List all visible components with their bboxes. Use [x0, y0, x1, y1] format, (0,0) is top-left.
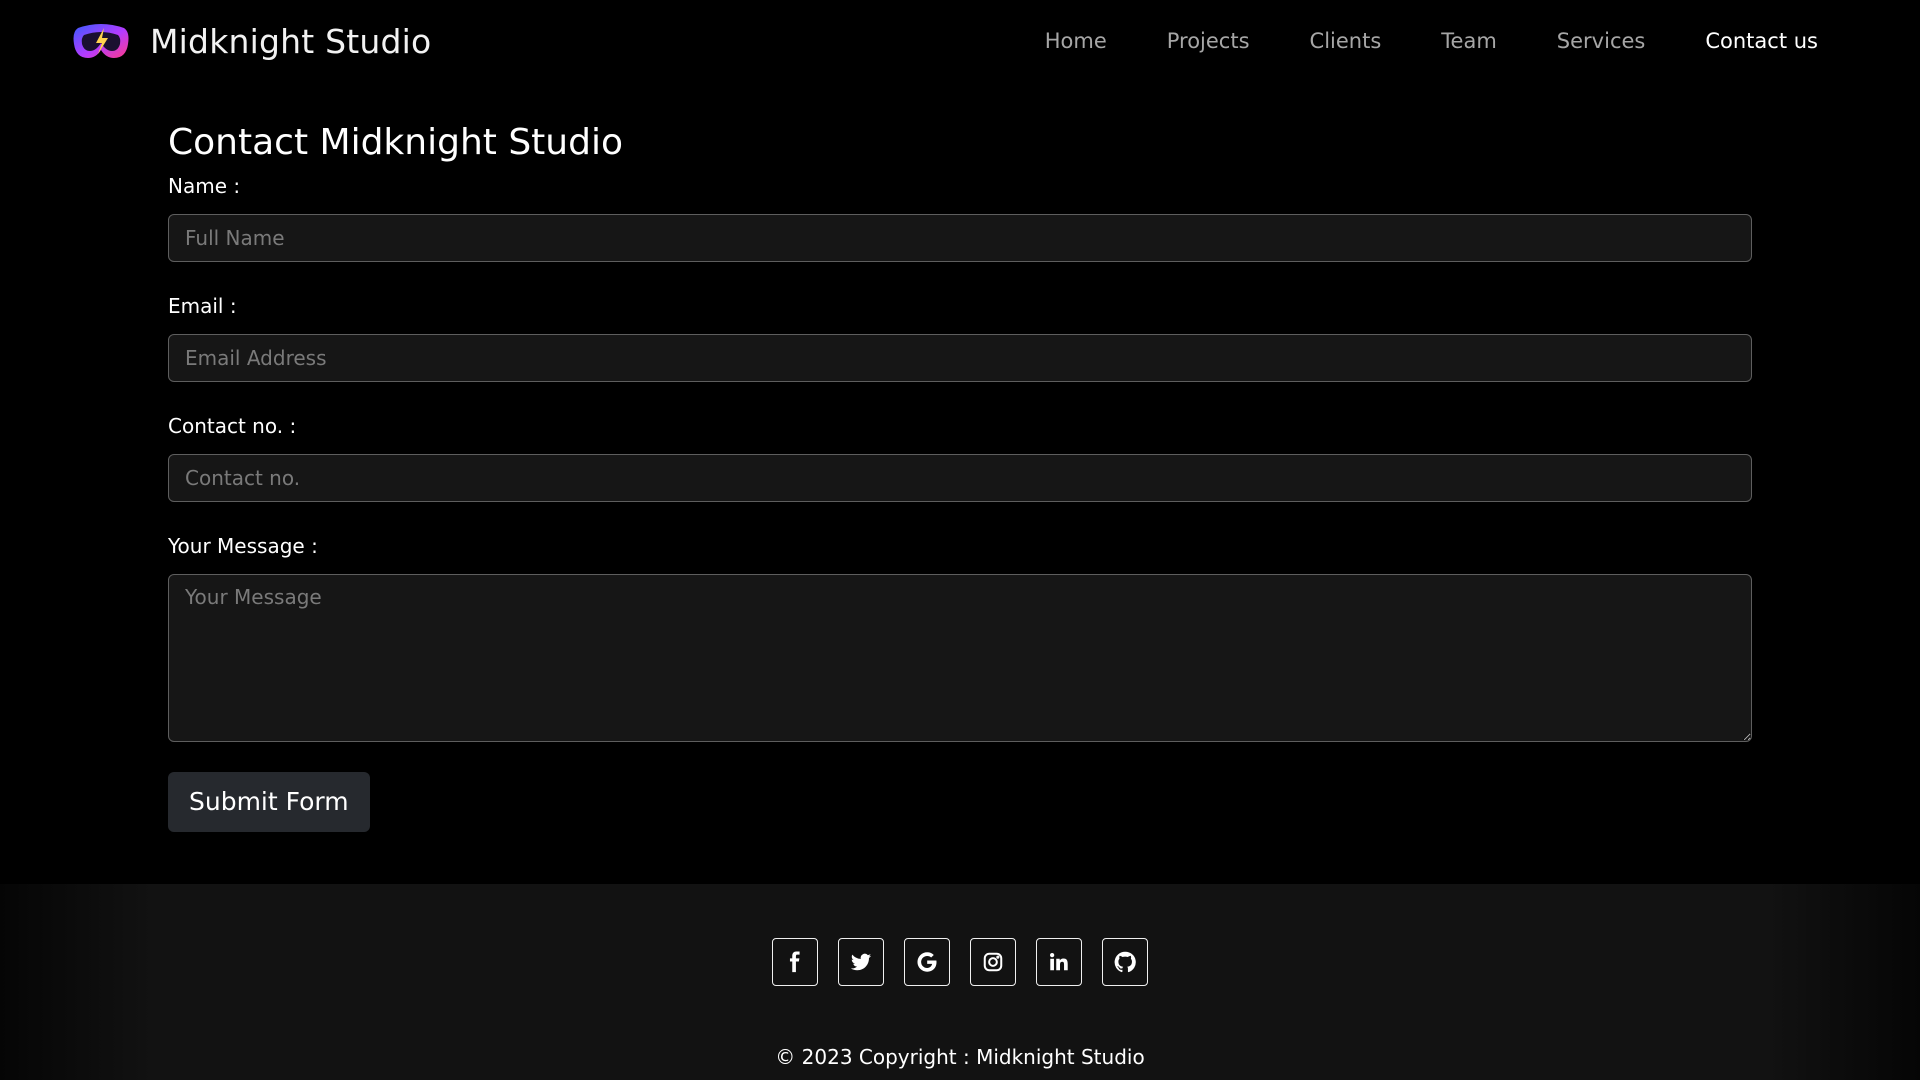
nav-item-contact-us[interactable]: Contact us	[1705, 29, 1818, 53]
nav-item-team[interactable]: Team	[1441, 29, 1497, 53]
message-textarea[interactable]	[168, 574, 1752, 742]
email-input[interactable]	[168, 334, 1752, 382]
name-input[interactable]	[168, 214, 1752, 262]
nav-item-services[interactable]: Services	[1557, 29, 1646, 53]
contact-label: Contact no. :	[168, 414, 297, 438]
twitter-button[interactable]	[838, 938, 884, 986]
twitter-icon	[850, 953, 872, 971]
instagram-icon	[983, 952, 1003, 972]
facebook-button[interactable]	[772, 938, 818, 986]
nav-links: Home Projects Clients Team Services Cont…	[985, 26, 1818, 56]
navbar: Midknight Studio Home Projects Clients T…	[0, 0, 1920, 82]
name-group: Name :	[168, 172, 1752, 262]
google-icon	[917, 952, 937, 972]
facebook-icon	[789, 951, 800, 973]
instagram-button[interactable]	[970, 938, 1016, 986]
message-label: Your Message :	[168, 534, 318, 558]
social-links	[0, 938, 1920, 986]
google-button[interactable]	[904, 938, 950, 986]
nav-item-projects[interactable]: Projects	[1167, 29, 1250, 53]
footer: © 2023 Copyright : Midknight Studio	[0, 884, 1920, 1080]
name-label: Name :	[168, 174, 241, 198]
github-button[interactable]	[1102, 938, 1148, 986]
nav-item-clients[interactable]: Clients	[1310, 29, 1382, 53]
vr-headset-logo-icon	[73, 24, 129, 58]
message-group: Your Message :	[168, 532, 1752, 742]
page-title: Contact Midknight Studio	[168, 122, 623, 163]
brand-name: Midknight Studio	[150, 21, 432, 61]
email-group: Email :	[168, 292, 1752, 382]
email-label: Email :	[168, 294, 237, 318]
nav-item-home[interactable]: Home	[1045, 29, 1107, 53]
contact-group: Contact no. :	[168, 412, 1752, 502]
contact-form-section: Contact Midknight Studio Name : Email : …	[168, 118, 1752, 832]
linkedin-button[interactable]	[1036, 938, 1082, 986]
brand[interactable]: Midknight Studio	[72, 18, 431, 64]
contact-input[interactable]	[168, 454, 1752, 502]
linkedin-icon	[1050, 953, 1068, 971]
copyright-text: © 2023 Copyright : Midknight Studio	[775, 1045, 1145, 1069]
github-icon	[1114, 951, 1136, 973]
submit-form-button[interactable]: Submit Form	[168, 772, 370, 832]
